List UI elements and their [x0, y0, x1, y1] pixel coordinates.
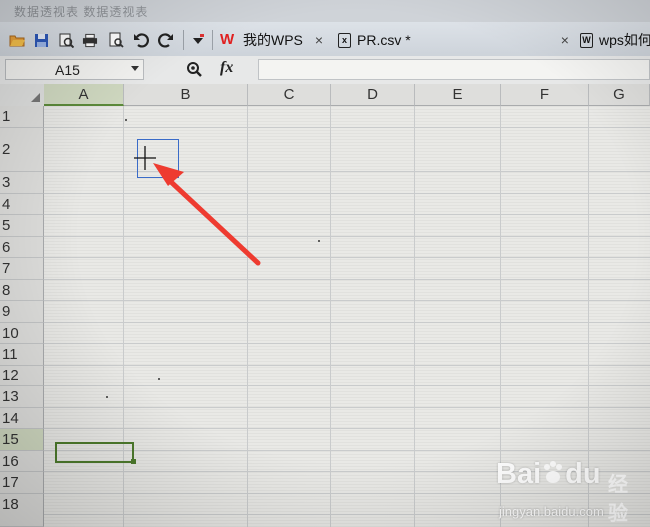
toolbar-separator: [212, 30, 213, 50]
dropdown-icon[interactable]: [190, 32, 206, 48]
row-header-7[interactable]: 7: [0, 258, 44, 280]
redo-icon[interactable]: [158, 32, 174, 48]
row-header-15[interactable]: 15: [0, 429, 44, 451]
folder-open-icon[interactable]: [9, 32, 25, 48]
row-header-4[interactable]: 4: [0, 194, 44, 215]
tab-label: wps如何: [599, 32, 650, 48]
column-header-g[interactable]: G: [589, 84, 650, 106]
tab-close-icon[interactable]: ×: [561, 32, 569, 48]
row-header-8[interactable]: 8: [0, 280, 44, 301]
crosshair-cursor-icon: [134, 146, 156, 170]
toolbar-separator: [183, 30, 184, 50]
watermark-brand: Bai du: [496, 458, 601, 490]
column-header-e[interactable]: E: [415, 84, 501, 106]
zoom-icon[interactable]: [186, 61, 202, 77]
screen-speck: [158, 378, 160, 380]
row-header-17[interactable]: 17: [0, 472, 44, 494]
row-header-13[interactable]: 13: [0, 386, 44, 408]
watermark-service: 经验: [608, 474, 628, 525]
tab-wps-how[interactable]: W wps如何: [580, 26, 650, 54]
chevron-down-icon[interactable]: [131, 66, 139, 71]
row-header-2[interactable]: 2: [0, 128, 44, 172]
watermark-url: jingyan.baidu.com: [499, 504, 604, 519]
column-header-b[interactable]: B: [124, 84, 248, 106]
screen-speck: [318, 240, 320, 242]
wps-logo-icon: W: [220, 31, 235, 48]
row-header-6[interactable]: 6: [0, 237, 44, 258]
row-header-3[interactable]: 3: [0, 172, 44, 194]
screen: 数据透视表 数据透视表 W 我的WPS × x PR.csv * × W wps…: [0, 0, 650, 527]
row-header-5[interactable]: 5: [0, 215, 44, 237]
column-header-f[interactable]: F: [501, 84, 589, 106]
column-header-d[interactable]: D: [331, 84, 415, 106]
fx-button[interactable]: fx: [220, 59, 233, 77]
active-cell-selection[interactable]: [55, 442, 134, 463]
tab-my-wps[interactable]: W 我的WPS ×: [220, 26, 323, 54]
row-header-11[interactable]: 11: [0, 344, 44, 366]
tab-label: PR.csv *: [357, 32, 411, 48]
save-icon[interactable]: [33, 32, 49, 48]
baidu-jingyan-watermark: Bai du 经验 jingyan.baidu.com: [496, 458, 646, 525]
tab-pr-csv[interactable]: x PR.csv * ×: [338, 26, 569, 54]
screen-speck: [106, 396, 108, 398]
tab-close-icon[interactable]: ×: [315, 32, 323, 48]
spreadsheet-icon: x: [338, 32, 351, 48]
screen-speck: [125, 119, 127, 121]
formula-input[interactable]: [258, 59, 650, 80]
print-icon[interactable]: [82, 32, 98, 48]
paw-icon: [544, 461, 563, 483]
print-preview-icon[interactable]: [58, 32, 74, 48]
name-box[interactable]: A15: [5, 59, 144, 80]
column-header-c[interactable]: C: [248, 84, 331, 106]
toolbar: W 我的WPS × x PR.csv * × W wps如何: [0, 22, 650, 57]
row-header-14[interactable]: 14: [0, 408, 44, 429]
title-strip: 数据透视表 数据透视表: [0, 0, 650, 23]
name-box-value: A15: [55, 62, 80, 78]
row-header-10[interactable]: 10: [0, 323, 44, 344]
formula-bar: A15 fx: [0, 56, 650, 85]
row-header-1[interactable]: 1: [0, 106, 44, 128]
document-icon: W: [580, 32, 593, 48]
undo-icon[interactable]: [133, 32, 149, 48]
find-icon[interactable]: [108, 32, 124, 48]
column-header-a[interactable]: A: [44, 84, 124, 106]
select-all-corner[interactable]: [0, 84, 44, 106]
fill-handle[interactable]: [131, 459, 136, 464]
tab-label: 我的WPS: [243, 32, 303, 48]
title-text: 数据透视表 数据透视表: [14, 5, 149, 19]
row-header-12[interactable]: 12: [0, 366, 44, 386]
row-header-9[interactable]: 9: [0, 301, 44, 323]
row-header-18[interactable]: 18: [0, 494, 44, 527]
row-header-16[interactable]: 16: [0, 451, 44, 472]
